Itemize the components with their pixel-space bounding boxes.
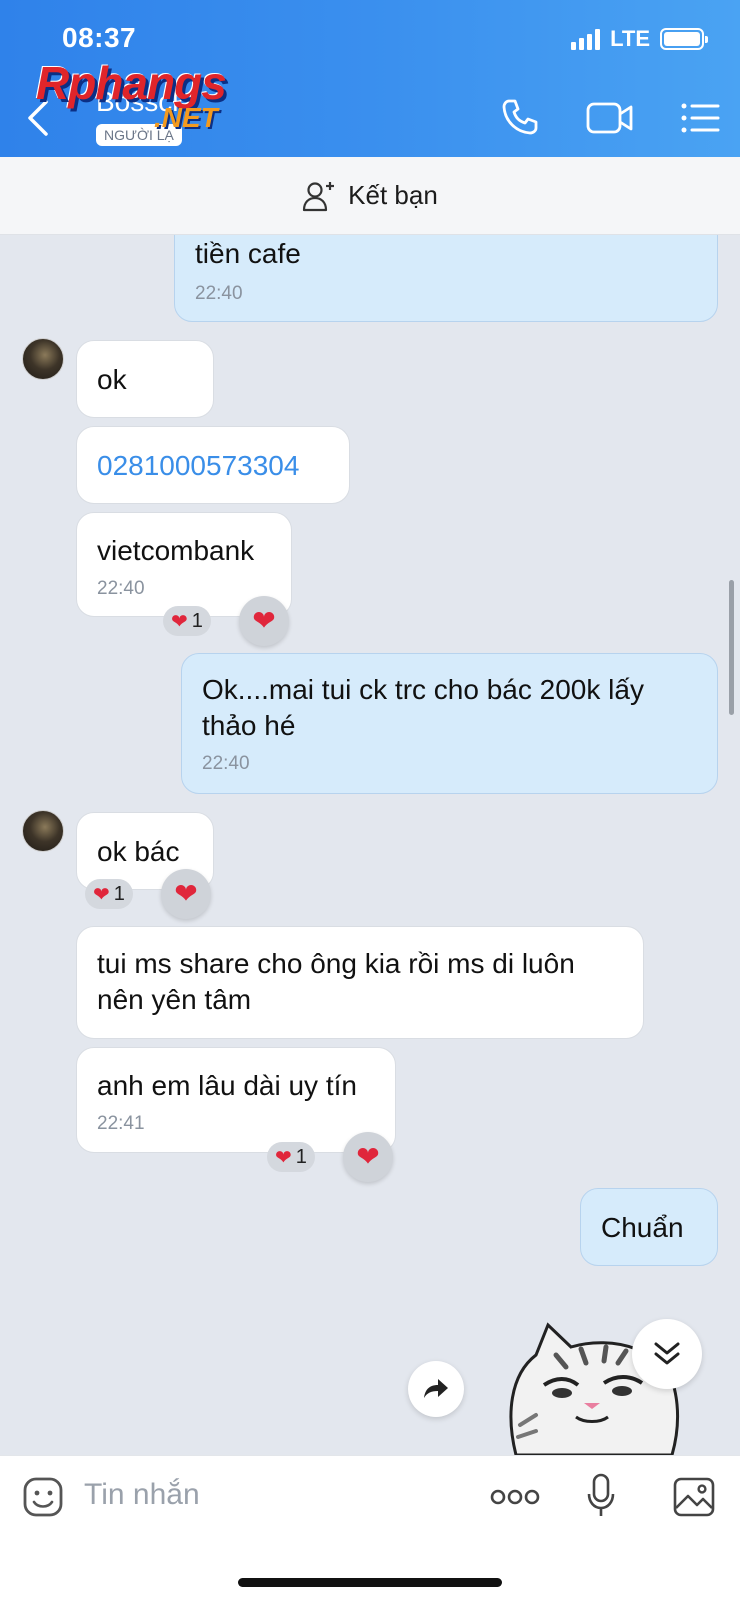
message-text: anh em lâu dài uy tín [97,1070,357,1101]
reaction-count[interactable]: ❤ 1 [163,606,211,636]
heart-icon: ❤ [174,878,198,909]
heart-icon: ❤ [93,883,110,906]
chevron-double-down-icon [654,1342,680,1365]
message-time: 22:41 [97,1113,145,1134]
network-type: LTE [610,26,650,51]
video-icon [586,102,633,134]
react-button[interactable]: ❤ [343,1132,393,1182]
add-friend-bar[interactable]: Kết bạn [0,157,740,235]
phone-icon [502,99,538,135]
contact-avatar[interactable] [22,810,64,852]
chat-header: 08:37 LTE Bossck NGƯỜI LẠ Rphangs .NET [0,0,740,157]
message-bubble-incoming[interactable]: 0281000573304 [76,426,350,504]
menu-icon [681,103,720,133]
voice-button[interactable] [586,1472,616,1525]
message-bubble-incoming[interactable]: ok [76,340,214,418]
message-text: Ok....mai tui ck trc cho bác 200k lấy th… [202,674,644,741]
home-indicator[interactable] [238,1578,502,1587]
contact-avatar[interactable] [22,338,64,380]
watermark-sub: .NET [154,102,218,133]
react-button[interactable]: ❤ [161,869,211,919]
message-time: 22:40 [195,283,243,304]
message-time: 22:40 [202,753,250,774]
status-time: 08:37 [62,22,137,53]
phone-number-link[interactable]: 0281000573304 [97,448,329,484]
message-text: tui ms share cho ông kia rồi ms di luôn … [97,948,575,1015]
message-text: vietcombank [97,535,255,566]
reaction-count-value: 1 [113,882,125,905]
message-list[interactable]: tiền cafe 22:40 ok 0281000573304 vietcom… [0,235,740,1455]
image-icon [673,1477,715,1517]
reaction-count[interactable]: ❤ 1 [85,879,133,909]
more-icon [490,1489,540,1505]
message-input[interactable]: Tin nhắn [84,1478,200,1512]
microphone-icon [587,1473,615,1516]
message-text: ok bác [97,836,180,867]
sticker-button[interactable] [22,1476,64,1523]
forward-button[interactable] [408,1361,464,1417]
heart-icon: ❤ [252,605,276,636]
signal-icon [571,28,601,50]
options-button[interactable] [680,101,720,140]
heart-icon: ❤ [171,610,188,633]
call-button[interactable] [500,97,540,142]
scrollbar[interactable] [729,580,734,715]
message-text: tiền cafe [195,238,301,269]
add-person-icon [303,181,335,211]
heart-icon: ❤ [356,1141,380,1172]
react-button[interactable]: ❤ [239,596,289,646]
reaction-count-value: 1 [191,609,203,632]
message-text: ok [97,364,127,395]
heart-icon: ❤ [275,1146,292,1169]
image-button[interactable] [672,1476,716,1523]
video-call-button[interactable] [586,101,634,140]
message-bubble-outgoing[interactable]: Ok....mai tui ck trc cho bác 200k lấy th… [181,653,718,794]
watermark-logo: Rphangs .NET [36,56,266,136]
add-friend-label: Kết bạn [348,180,438,210]
status-indicators: LTE [571,26,708,52]
message-text: Chuẩn [601,1212,684,1243]
message-time: 22:40 [97,578,145,599]
forward-icon [424,1379,448,1398]
message-bubble-outgoing[interactable]: Chuẩn [580,1188,718,1266]
scroll-to-bottom-button[interactable] [632,1319,702,1389]
reaction-count[interactable]: ❤ 1 [267,1142,315,1172]
message-bubble-incoming[interactable]: anh em lâu dài uy tín 22:41 [76,1047,396,1153]
message-bubble-incoming[interactable]: tui ms share cho ông kia rồi ms di luôn … [76,926,644,1039]
reaction-count-value: 1 [295,1145,307,1168]
sticker-icon [23,1477,63,1517]
message-bubble-outgoing[interactable]: tiền cafe 22:40 [174,235,718,322]
more-button[interactable] [490,1486,540,1513]
battery-icon [660,28,708,50]
